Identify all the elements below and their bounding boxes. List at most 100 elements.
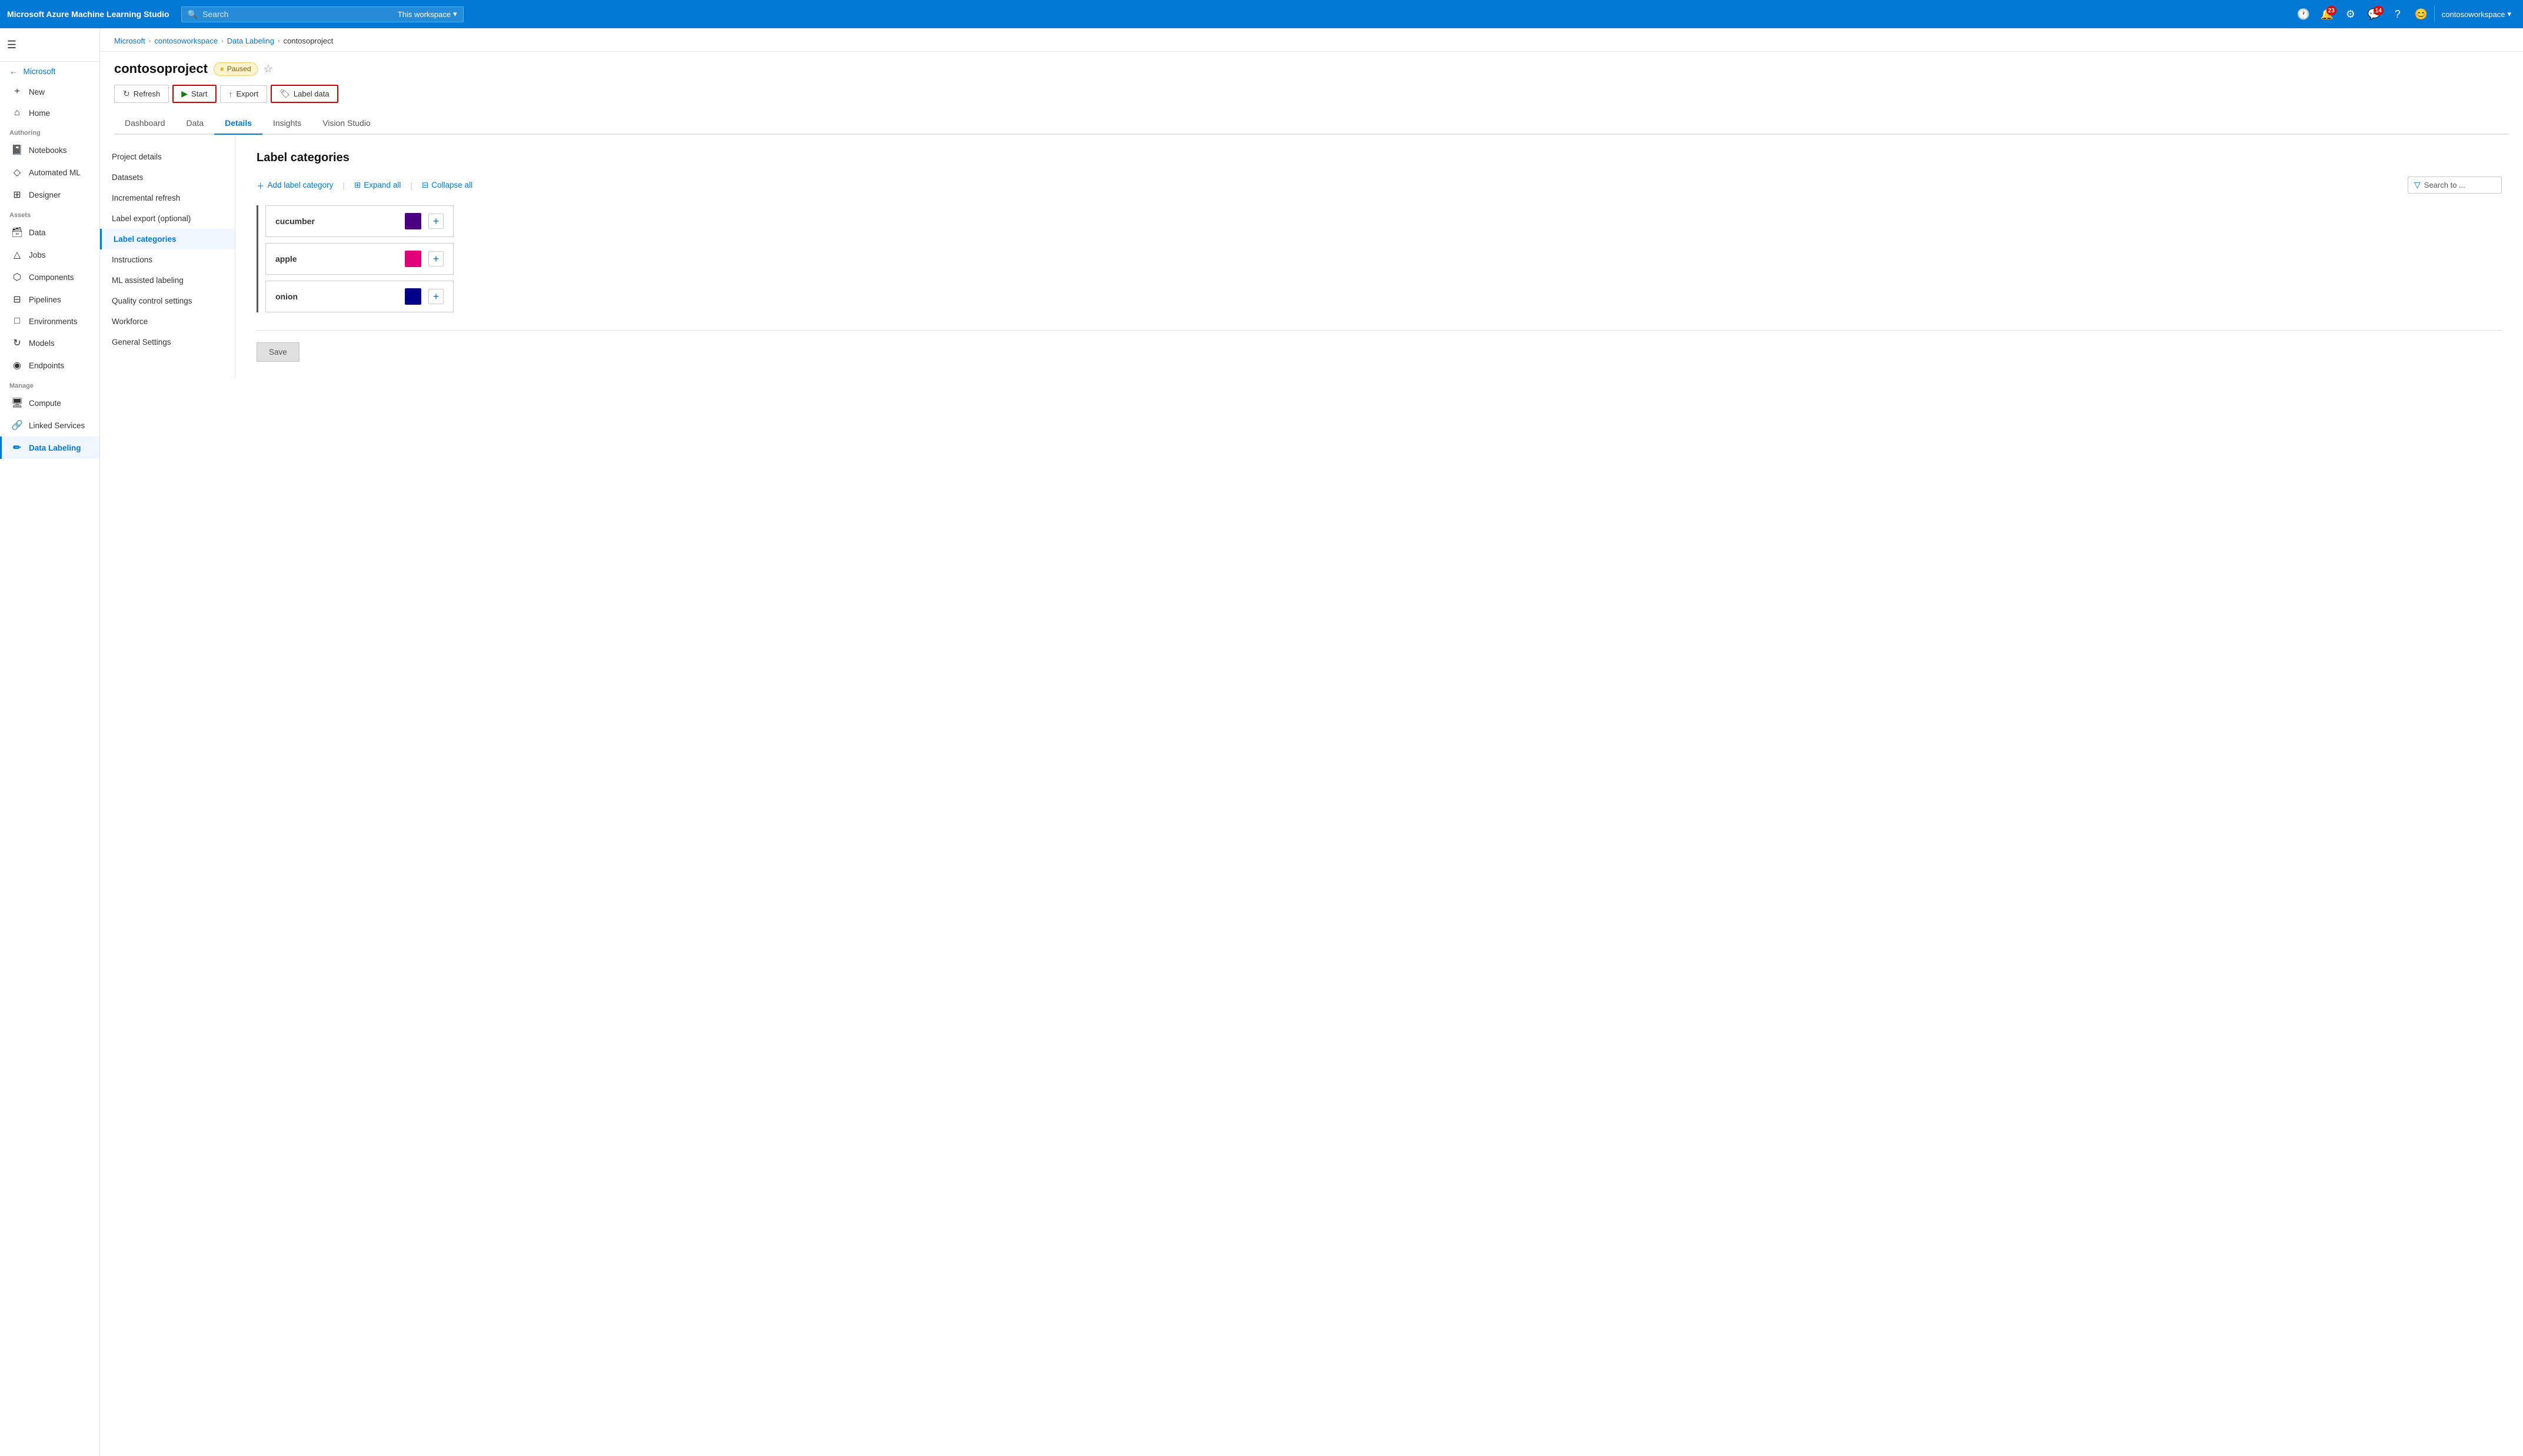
breadcrumb-sep-1: ›	[149, 38, 151, 45]
app-logo-title: Microsoft Azure Machine Learning Studio	[7, 9, 169, 19]
tab-insights[interactable]: Insights	[262, 112, 312, 135]
category-name-onion: onion	[275, 292, 398, 301]
expand-all-btn[interactable]: ⊞ Expand all	[354, 181, 401, 190]
tab-data[interactable]: Data	[176, 112, 215, 135]
tab-dashboard[interactable]: Dashboard	[114, 112, 176, 135]
refresh-button[interactable]: ↻ Refresh	[114, 85, 169, 103]
sidebar-item-pipelines[interactable]: ⊟ Pipelines	[0, 288, 99, 311]
categories-container: cucumber + apple + onion +	[257, 205, 2502, 312]
sidebar-item-data[interactable]: 🗃 Data	[0, 221, 99, 244]
left-nav-label-export[interactable]: Label export (optional)	[100, 208, 235, 229]
sidebar-item-home[interactable]: ⌂ Home	[0, 102, 99, 124]
sidebar: ☰ ← Microsoft + New ⌂ Home Authoring 📓 N…	[0, 28, 100, 1456]
left-nav-label-categories[interactable]: Label categories	[100, 229, 235, 249]
export-icon: ↑	[229, 89, 233, 99]
home-icon: ⌂	[11, 108, 23, 118]
data-icon: 🗃	[11, 226, 23, 238]
tab-vision-studio[interactable]: Vision Studio	[312, 112, 381, 135]
breadcrumb: Microsoft › contosoworkspace › Data Labe…	[100, 28, 2523, 52]
expand-icon: ⊞	[354, 181, 361, 190]
help-icon-btn[interactable]: ?	[2387, 4, 2408, 25]
add-sublabel-apple-btn[interactable]: +	[428, 251, 444, 266]
category-name-apple: apple	[275, 254, 398, 264]
left-nav-ml-assisted[interactable]: ML assisted labeling	[100, 270, 235, 291]
sidebar-item-endpoints[interactable]: ◉ Endpoints	[0, 354, 99, 377]
sidebar-item-data-labeling[interactable]: ✏ Data Labeling	[0, 437, 99, 459]
category-card-onion: onion +	[265, 281, 454, 312]
plus-icon: +	[11, 86, 23, 97]
hamburger-menu-btn[interactable]: ☰	[0, 33, 24, 56]
back-icon: ←	[9, 67, 18, 76]
add-sublabel-onion-btn[interactable]: +	[428, 289, 444, 304]
global-search-box[interactable]: 🔍 This workspace ▾	[181, 6, 464, 22]
left-nav-instructions[interactable]: Instructions	[100, 249, 235, 270]
save-button[interactable]: Save	[257, 342, 299, 362]
global-search-input[interactable]	[202, 9, 393, 19]
username-chevron-icon: ▾	[2507, 9, 2511, 19]
manage-section-label: Manage	[0, 377, 99, 392]
color-swatch-apple[interactable]	[405, 251, 421, 267]
sidebar-item-new[interactable]: + New	[0, 81, 99, 102]
page-title-row: contosoproject ⏸ Paused ☆	[114, 61, 2509, 76]
pipelines-icon: ⊟	[11, 294, 23, 305]
sidebar-item-linked-services[interactable]: 🔗 Linked Services	[0, 414, 99, 437]
breadcrumb-microsoft[interactable]: Microsoft	[114, 36, 145, 45]
username-display[interactable]: contosoworkspace ▾	[2437, 9, 2516, 19]
page-tabs: Dashboard Data Details Insights Vision S…	[114, 112, 2509, 135]
models-icon: ↻	[11, 337, 23, 349]
collapse-all-btn[interactable]: ⊟ Collapse all	[422, 181, 472, 190]
main-content: Microsoft › contosoworkspace › Data Labe…	[100, 28, 2523, 1456]
left-nav-general-settings[interactable]: General Settings	[100, 332, 235, 352]
compute-icon: 🖥	[11, 397, 23, 409]
color-swatch-cucumber[interactable]	[405, 213, 421, 229]
left-nav-project-details[interactable]: Project details	[100, 146, 235, 167]
label-search-box[interactable]: ▽ Search to ...	[2408, 176, 2502, 194]
status-badge: ⏸ Paused	[214, 62, 258, 76]
left-nav-workforce[interactable]: Workforce	[100, 311, 235, 332]
notebooks-icon: 📓	[11, 144, 23, 156]
top-nav-icons: 🕐 🔔 23 ⚙ 💬 14 ? 😊 contosoworkspace ▾	[2293, 4, 2516, 25]
content-body: Project details Datasets Incremental ref…	[100, 135, 2523, 378]
clock-icon-btn[interactable]: 🕐	[2293, 4, 2314, 25]
notification-bell-btn[interactable]: 🔔 23	[2316, 4, 2338, 25]
assets-section-label: Assets	[0, 206, 99, 221]
sidebar-item-notebooks[interactable]: 📓 Notebooks	[0, 139, 99, 161]
label-data-button[interactable]: 🏷 Label data	[271, 85, 338, 103]
sidebar-item-microsoft[interactable]: ← Microsoft	[0, 62, 99, 81]
left-nav-quality-control[interactable]: Quality control settings	[100, 291, 235, 311]
favorite-star-btn[interactable]: ☆	[264, 63, 273, 75]
sidebar-item-automated-ml[interactable]: ◇ Automated ML	[0, 161, 99, 184]
add-label-category-btn[interactable]: ＋ Add label category	[257, 179, 333, 191]
jobs-icon: △	[11, 249, 23, 261]
top-navigation: Microsoft Azure Machine Learning Studio …	[0, 0, 2523, 28]
breadcrumb-data-labeling[interactable]: Data Labeling	[227, 36, 274, 45]
sidebar-item-jobs[interactable]: △ Jobs	[0, 244, 99, 266]
tab-details[interactable]: Details	[214, 112, 262, 135]
workspace-selector[interactable]: This workspace ▾	[398, 9, 457, 19]
start-button[interactable]: ▶ Start	[172, 85, 216, 103]
left-nav-incremental-refresh[interactable]: Incremental refresh	[100, 188, 235, 208]
sidebar-item-environments[interactable]: □ Environments	[0, 311, 99, 332]
sidebar-item-models[interactable]: ↻ Models	[0, 332, 99, 354]
automated-ml-icon: ◇	[11, 166, 23, 178]
pause-icon: ⏸	[220, 64, 224, 74]
collapse-icon: ⊟	[422, 181, 428, 190]
endpoints-icon: ◉	[11, 359, 23, 371]
sidebar-item-designer[interactable]: ⊞ Designer	[0, 184, 99, 206]
user-icon-btn[interactable]: 😊	[2411, 4, 2432, 25]
refresh-icon: ↻	[123, 89, 130, 99]
settings-icon-btn[interactable]: ⚙	[2340, 4, 2361, 25]
category-name-cucumber: cucumber	[275, 216, 398, 226]
add-sublabel-cucumber-btn[interactable]: +	[428, 214, 444, 229]
color-swatch-onion[interactable]	[405, 288, 421, 305]
app-body: ☰ ← Microsoft + New ⌂ Home Authoring 📓 N…	[0, 28, 2523, 1456]
breadcrumb-current: contosoproject	[284, 36, 334, 45]
sidebar-item-components[interactable]: ⬡ Components	[0, 266, 99, 288]
export-button[interactable]: ↑ Export	[220, 85, 268, 103]
breadcrumb-contosoworkspace[interactable]: contosoworkspace	[154, 36, 218, 45]
chat-icon-btn[interactable]: 💬 14	[2364, 4, 2385, 25]
page-header: contosoproject ⏸ Paused ☆ ↻ Refresh ▶ St…	[100, 52, 2523, 135]
category-card-apple: apple +	[265, 243, 454, 275]
left-nav-datasets[interactable]: Datasets	[100, 167, 235, 188]
sidebar-item-compute[interactable]: 🖥 Compute	[0, 392, 99, 414]
